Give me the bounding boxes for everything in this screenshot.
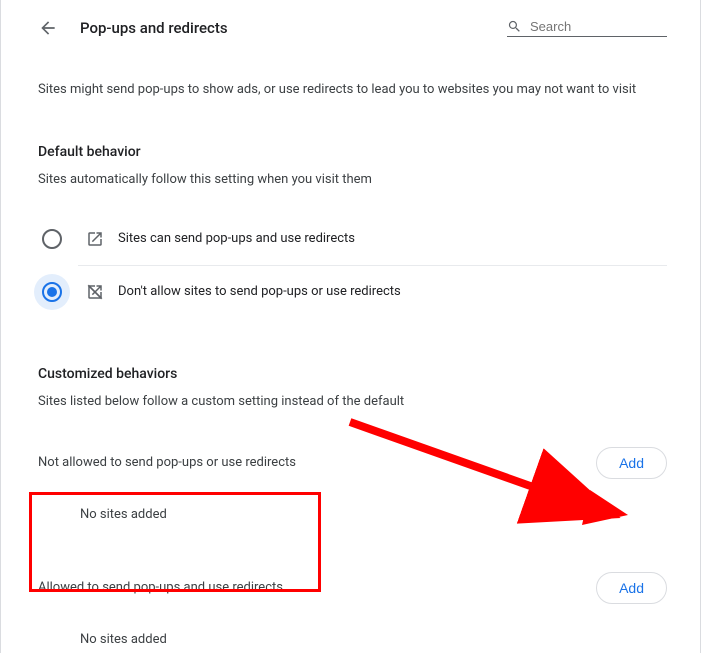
popup-allowed-icon — [86, 230, 104, 248]
page-description: Sites might send pop-ups to show ads, or… — [38, 56, 667, 108]
default-behavior-title: Default behavior — [38, 144, 667, 160]
page-title: Pop-ups and redirects — [80, 19, 507, 37]
radio-option-allow[interactable]: Sites can send pop-ups and use redirects — [38, 213, 667, 265]
allowed-title: Allowed to send pop-ups and use redirect… — [38, 580, 283, 595]
default-behavior-subtitle: Sites automatically follow this setting … — [38, 172, 667, 187]
radio-button[interactable] — [42, 229, 62, 249]
allowed-empty: No sites added — [38, 604, 667, 659]
page-header: Pop-ups and redirects — [38, 0, 667, 56]
radio-label: Don't allow sites to send pop-ups or use… — [118, 284, 401, 299]
arrow-left-icon — [38, 18, 58, 38]
default-behavior-options: Sites can send pop-ups and use redirects… — [38, 213, 667, 318]
customized-title: Customized behaviors — [38, 366, 667, 382]
radio-option-block[interactable]: Don't allow sites to send pop-ups or use… — [38, 266, 667, 318]
search-box[interactable] — [507, 19, 667, 37]
search-input[interactable] — [522, 19, 667, 34]
search-icon — [507, 19, 522, 34]
radio-button-selected[interactable] — [42, 282, 62, 302]
not-allowed-empty: No sites added — [38, 479, 667, 534]
not-allowed-section: Not allowed to send pop-ups or use redir… — [38, 447, 667, 534]
add-button-not-allowed[interactable]: Add — [596, 447, 667, 479]
customized-subtitle: Sites listed below follow a custom setti… — [38, 394, 667, 409]
radio-label: Sites can send pop-ups and use redirects — [118, 231, 355, 246]
back-button[interactable] — [38, 18, 58, 38]
not-allowed-title: Not allowed to send pop-ups or use redir… — [38, 455, 296, 470]
allowed-section: Allowed to send pop-ups and use redirect… — [38, 572, 667, 659]
add-button-allowed[interactable]: Add — [596, 572, 667, 604]
popup-blocked-icon — [86, 283, 104, 301]
